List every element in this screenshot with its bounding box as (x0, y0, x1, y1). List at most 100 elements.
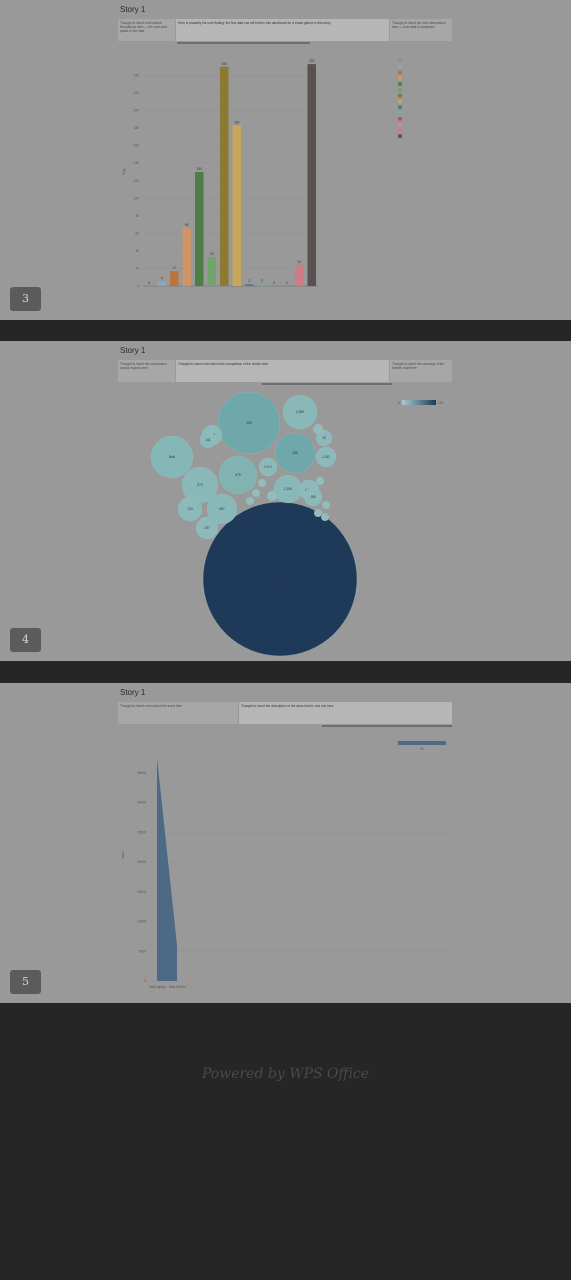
bubble-label: 10 (322, 436, 326, 440)
y-tick-label: 220 (134, 91, 140, 95)
bar-value-label: 130 (197, 167, 203, 171)
y-tick-label: 5000 (139, 949, 146, 953)
bar (295, 264, 304, 286)
y-tick-label: 35000 (137, 771, 146, 775)
y-tick-label: 100 (134, 196, 140, 200)
small-bubble (252, 489, 260, 497)
small-bubble (267, 491, 277, 501)
bubble-label: 1,150 (284, 487, 292, 491)
bar-value-label: 0 (148, 281, 150, 285)
page-number-badge: 4 (10, 628, 41, 652)
bar (207, 257, 216, 286)
bubble-chart: 8.7 105 Bulk 185 675 573 1,069 557 1,150 123 157 1,… (150, 391, 444, 657)
story-slide-3: Story 1 Thought to insert a text about f… (0, 0, 571, 320)
bar-value-label: 24 (297, 260, 301, 264)
y-tick-label: 120 (134, 179, 140, 183)
bar-value-label: 0 (273, 281, 275, 285)
legend-max-label: 100 (438, 401, 444, 405)
bar (307, 64, 316, 286)
y-tick-label: 25000 (137, 830, 146, 834)
bubble-label: 141 (205, 438, 211, 442)
bar-value-label: 5 (161, 277, 163, 281)
legend-swatch (398, 111, 402, 115)
bar (257, 283, 266, 286)
bar-value-label: 2 (248, 279, 250, 283)
legend-swatch (398, 70, 402, 75)
y-tick-label: 20 (135, 266, 139, 270)
y-axis-label: Value (121, 851, 125, 859)
bubble-label: 675 (235, 473, 241, 477)
y-tick-label: 30000 (137, 801, 146, 805)
bubble-label: 1,069 (296, 410, 304, 414)
bar (220, 66, 229, 287)
legend-swatch (398, 76, 402, 80)
legend-gradient (402, 400, 436, 405)
legend-swatch (398, 105, 402, 109)
bar-value-label: 66 (185, 223, 189, 227)
bubble-label: 185 (292, 451, 298, 455)
bubble-label: 573 (197, 483, 203, 487)
bar (157, 281, 166, 286)
y-tick-label: 15000 (137, 890, 146, 894)
legend-swatch (398, 82, 402, 86)
legend-swatch (398, 741, 446, 745)
area-series (157, 757, 177, 981)
page-number-badge: 5 (10, 970, 41, 994)
powered-by-text: Powered by WPS Office (201, 1066, 370, 1082)
small-bubble (322, 501, 330, 509)
bar (170, 271, 179, 286)
y-tick-label: 10000 (137, 920, 146, 924)
legend-swatch (398, 88, 402, 92)
y-tick-label: 240 (134, 74, 140, 78)
legend-swatch (398, 122, 402, 127)
small-bubble (321, 513, 329, 521)
legend-swatch (398, 64, 402, 69)
x-tick-label: Total Orders (168, 985, 186, 989)
legend-min-label: 0 (398, 401, 400, 405)
bar-chart: 020406080100120140160180200220240Tally05… (122, 59, 402, 288)
bar (182, 228, 191, 286)
y-tick-label: 40 (135, 249, 139, 253)
small-bubble (246, 497, 254, 505)
y-axis-label: Tally (122, 168, 126, 175)
legend-swatch (398, 93, 402, 98)
legend-swatch (398, 99, 402, 104)
bubble-label: Bulk (169, 455, 176, 459)
bar-value-label: 183 (234, 121, 240, 125)
y-tick-label: 180 (134, 126, 140, 130)
small-bubble (314, 509, 322, 517)
bubble-label: 557 (219, 507, 225, 511)
small-bubble (316, 477, 324, 485)
legend-swatch (398, 59, 402, 63)
bubble-label: 105 (246, 421, 252, 425)
bubble-label: 180 (310, 495, 316, 499)
small-bubble (313, 424, 323, 434)
bar-value-label: 253 (309, 59, 315, 63)
story-slide-4: Story 1 Thought to insert the comparison… (0, 341, 571, 661)
bar-value-label: 17 (172, 266, 176, 270)
y-tick-label: 80 (135, 214, 139, 218)
x-tick-label: Total Laptop (148, 985, 166, 989)
bubble-label: 123 (187, 507, 193, 511)
area-chart: 0 5000 10000 15000 20000 25000 30000 35000 Value… (121, 741, 450, 989)
page-number-badge: 3 (10, 287, 41, 311)
bubble-label: 1,071 (264, 465, 272, 469)
y-tick-label: 160 (134, 144, 140, 148)
bubble-label: 157 (204, 526, 210, 530)
bar-value-label: 250 (222, 62, 228, 66)
bubble-label: 1,152 (322, 455, 330, 459)
bar (232, 125, 241, 287)
small-bubble (258, 479, 266, 487)
y-tick-label: 0 (137, 284, 139, 288)
bar-value-label: 3 (261, 278, 263, 282)
y-tick-label: 140 (134, 161, 140, 165)
bubble-label: 8.7 (278, 577, 283, 581)
legend-swatch (398, 128, 402, 133)
footer (0, 1005, 571, 1280)
bar (245, 284, 254, 286)
y-tick-label: 0 (144, 979, 146, 983)
bar (195, 172, 204, 286)
legend-swatch (398, 117, 402, 121)
bar-value-label: 33 (210, 252, 214, 256)
legend-value: 0k (420, 747, 424, 751)
